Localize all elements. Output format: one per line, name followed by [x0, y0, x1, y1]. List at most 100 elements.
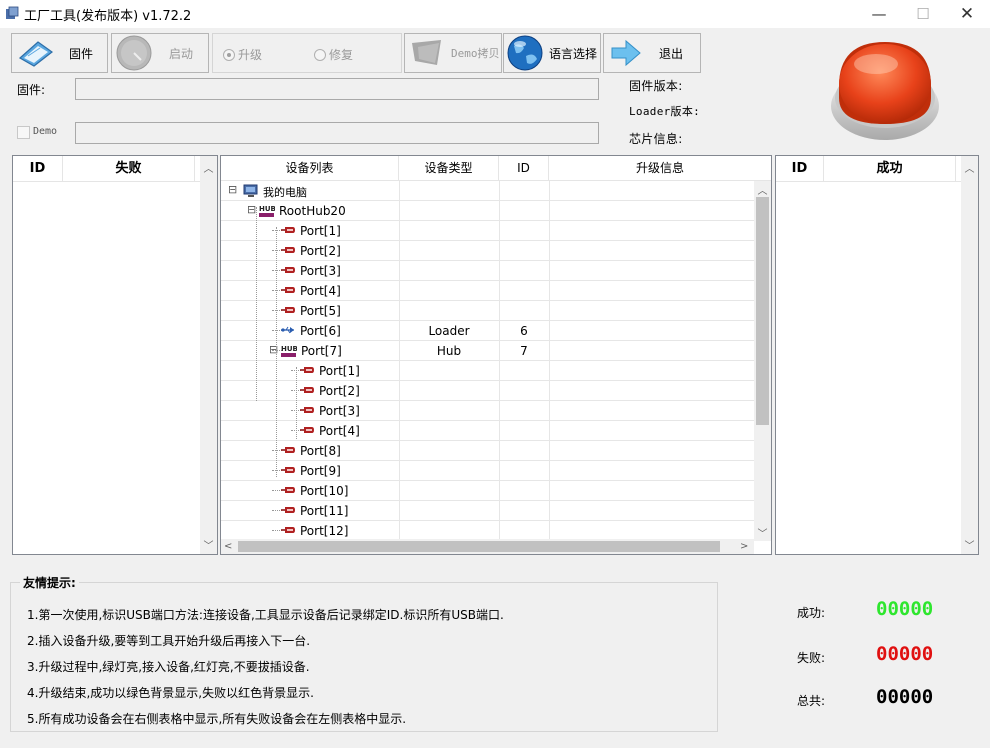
- svg-text:HUB: HUB: [259, 205, 275, 213]
- fail-list-header-fail[interactable]: 失败: [63, 156, 195, 181]
- computer-icon: [243, 184, 259, 201]
- scroll-up-icon[interactable]: ︿: [961, 160, 978, 175]
- tree-row-label: Port[4]: [300, 284, 341, 298]
- tree-row[interactable]: Port[3]: [221, 401, 754, 421]
- tree-row[interactable]: ⊟ HUB RootHub20: [221, 201, 754, 221]
- hub-icon: HUB: [281, 344, 298, 361]
- tree-connector: [256, 207, 257, 401]
- exit-button-label: 退出: [659, 46, 684, 61]
- firmware-icon: [18, 41, 54, 67]
- exit-button[interactable]: 退出: [603, 33, 701, 73]
- language-button[interactable]: 语言选择: [503, 33, 601, 73]
- usb-port-icon: [280, 264, 296, 278]
- tree-row[interactable]: Port[4]: [221, 421, 754, 441]
- tree-row[interactable]: Port[5]: [221, 301, 754, 321]
- maximize-button[interactable]: ☐: [900, 0, 946, 28]
- tree-header-device-type[interactable]: 设备类型: [399, 156, 499, 180]
- success-list-scrollbar[interactable]: ︿ ﹀: [961, 156, 978, 554]
- scroll-up-icon[interactable]: ︿: [754, 182, 771, 197]
- scroll-down-icon[interactable]: ﹀: [200, 537, 217, 552]
- close-button[interactable]: ✕: [944, 0, 990, 28]
- tree-row[interactable]: Port[11]: [221, 501, 754, 521]
- scroll-down-icon[interactable]: ﹀: [754, 525, 771, 540]
- tree-row[interactable]: ⊟ 我的电脑: [221, 181, 754, 201]
- repair-radio[interactable]: 修复: [314, 46, 353, 63]
- success-list-header-id[interactable]: ID: [776, 156, 824, 181]
- firmware-path-field[interactable]: [75, 78, 599, 100]
- tree-row[interactable]: Port[8]: [221, 441, 754, 461]
- tree-body: ⊟ 我的电脑 ⊟ HUB RootHub20 Port[1] Port[2] Port[3] P…: [221, 181, 754, 541]
- tree-connector: [296, 367, 297, 439]
- success-count-label: 成功:: [797, 606, 826, 620]
- tree-row[interactable]: Port[1]: [221, 361, 754, 381]
- tree-header-device-list[interactable]: 设备列表: [221, 156, 399, 180]
- usb-port-icon: [280, 224, 296, 238]
- window-title: 工厂工具(发布版本) v1.72.2: [24, 9, 192, 24]
- tree-row[interactable]: Port[2]: [221, 241, 754, 261]
- usb-port-icon: [299, 424, 315, 438]
- mode-group: 升级 修复: [212, 33, 402, 73]
- tree-row[interactable]: Port[6] Loader 6: [221, 321, 754, 341]
- tree-expander-icon[interactable]: ⊟: [228, 183, 237, 196]
- demo-checkbox[interactable]: [17, 126, 30, 139]
- scroll-down-icon[interactable]: ﹀: [961, 537, 978, 552]
- tree-row-label: Port[1]: [319, 364, 360, 378]
- tree-hscrollbar[interactable]: < >: [221, 539, 754, 554]
- tree-row-label: Port[12]: [300, 524, 349, 538]
- fail-list-header-id[interactable]: ID: [13, 156, 63, 181]
- start-button-label: 启动: [169, 46, 194, 61]
- hint-item: 1.第一次使用,标识USB端口方法:连接设备,工具显示设备后记录绑定ID.标识所…: [27, 608, 504, 622]
- tree-row-label: Port[10]: [300, 484, 349, 498]
- tree-vscrollbar[interactable]: ︿ ﹀: [754, 181, 771, 541]
- tree-row[interactable]: Port[10]: [221, 481, 754, 501]
- tree-hscroll-thumb[interactable]: [238, 541, 720, 552]
- hub-icon: HUB: [259, 204, 276, 221]
- tree-row[interactable]: ⊟ HUB Port[7] Hub 7: [221, 341, 754, 361]
- firmware-button-label: 固件: [69, 46, 94, 61]
- usb-port-icon: [280, 464, 296, 478]
- tree-row-label: Port[9]: [300, 464, 341, 478]
- demo-checkbox-label: Demo: [33, 126, 58, 137]
- tree-vscroll-thumb[interactable]: [756, 197, 769, 425]
- device-tree[interactable]: 设备列表 设备类型 ID 升级信息 ⊟ 我的电脑 ⊟ HUB RootHub20 Port…: [220, 155, 772, 555]
- title-bar: 工厂工具(发布版本) v1.72.2 — ☐ ✕: [0, 0, 990, 28]
- chip-info-label: 芯片信息:: [629, 132, 683, 146]
- tree-row-label: Port[7]: [301, 344, 342, 358]
- tree-row[interactable]: Port[12]: [221, 521, 754, 541]
- scroll-right-icon[interactable]: >: [740, 539, 748, 554]
- scroll-up-icon[interactable]: ︿: [200, 160, 217, 175]
- usb-port-icon: [280, 504, 296, 518]
- hint-item: 4.升级结束,成功以绿色背景显示,失败以红色背景显示.: [27, 686, 314, 700]
- status-light-icon: [831, 42, 939, 140]
- demo-copy-button-label: Demo拷贝: [451, 47, 500, 60]
- firmware-button[interactable]: 固件: [11, 33, 108, 73]
- fail-list-scrollbar[interactable]: ︿ ﹀: [200, 156, 217, 554]
- upgrade-radio-dot: [223, 48, 235, 61]
- start-button[interactable]: 启动: [111, 33, 209, 73]
- tree-row-label: Port[3]: [319, 404, 360, 418]
- tree-expander-icon[interactable]: ⊟: [247, 203, 256, 216]
- tree-row[interactable]: Port[3]: [221, 261, 754, 281]
- tree-row[interactable]: Port[1]: [221, 221, 754, 241]
- upgrade-radio[interactable]: 升级: [223, 46, 262, 63]
- svg-text:HUB: HUB: [281, 345, 297, 353]
- tree-row-id: 7: [520, 344, 528, 358]
- total-count-label: 总共:: [797, 694, 826, 708]
- tree-row-label: Port[2]: [300, 244, 341, 258]
- tree-row[interactable]: Port[4]: [221, 281, 754, 301]
- demo-path-field[interactable]: [75, 122, 599, 144]
- tree-row-label: Port[5]: [300, 304, 341, 318]
- tree-row[interactable]: Port[9]: [221, 461, 754, 481]
- scroll-left-icon[interactable]: <: [224, 539, 232, 554]
- minimize-button[interactable]: —: [856, 0, 902, 28]
- tree-header-id[interactable]: ID: [499, 156, 549, 180]
- fail-list[interactable]: ID 失败 ︿ ﹀: [12, 155, 218, 555]
- tree-row[interactable]: Port[2]: [221, 381, 754, 401]
- demo-copy-button[interactable]: Demo拷贝: [404, 33, 502, 73]
- language-button-label: 语言选择: [549, 46, 598, 61]
- success-list[interactable]: ID 成功 ︿ ﹀: [775, 155, 979, 555]
- success-list-header-success[interactable]: 成功: [824, 156, 956, 181]
- tree-header-upgrade-info[interactable]: 升级信息: [549, 156, 771, 180]
- repair-radio-label: 修复: [329, 48, 354, 62]
- globe-icon: [507, 35, 543, 71]
